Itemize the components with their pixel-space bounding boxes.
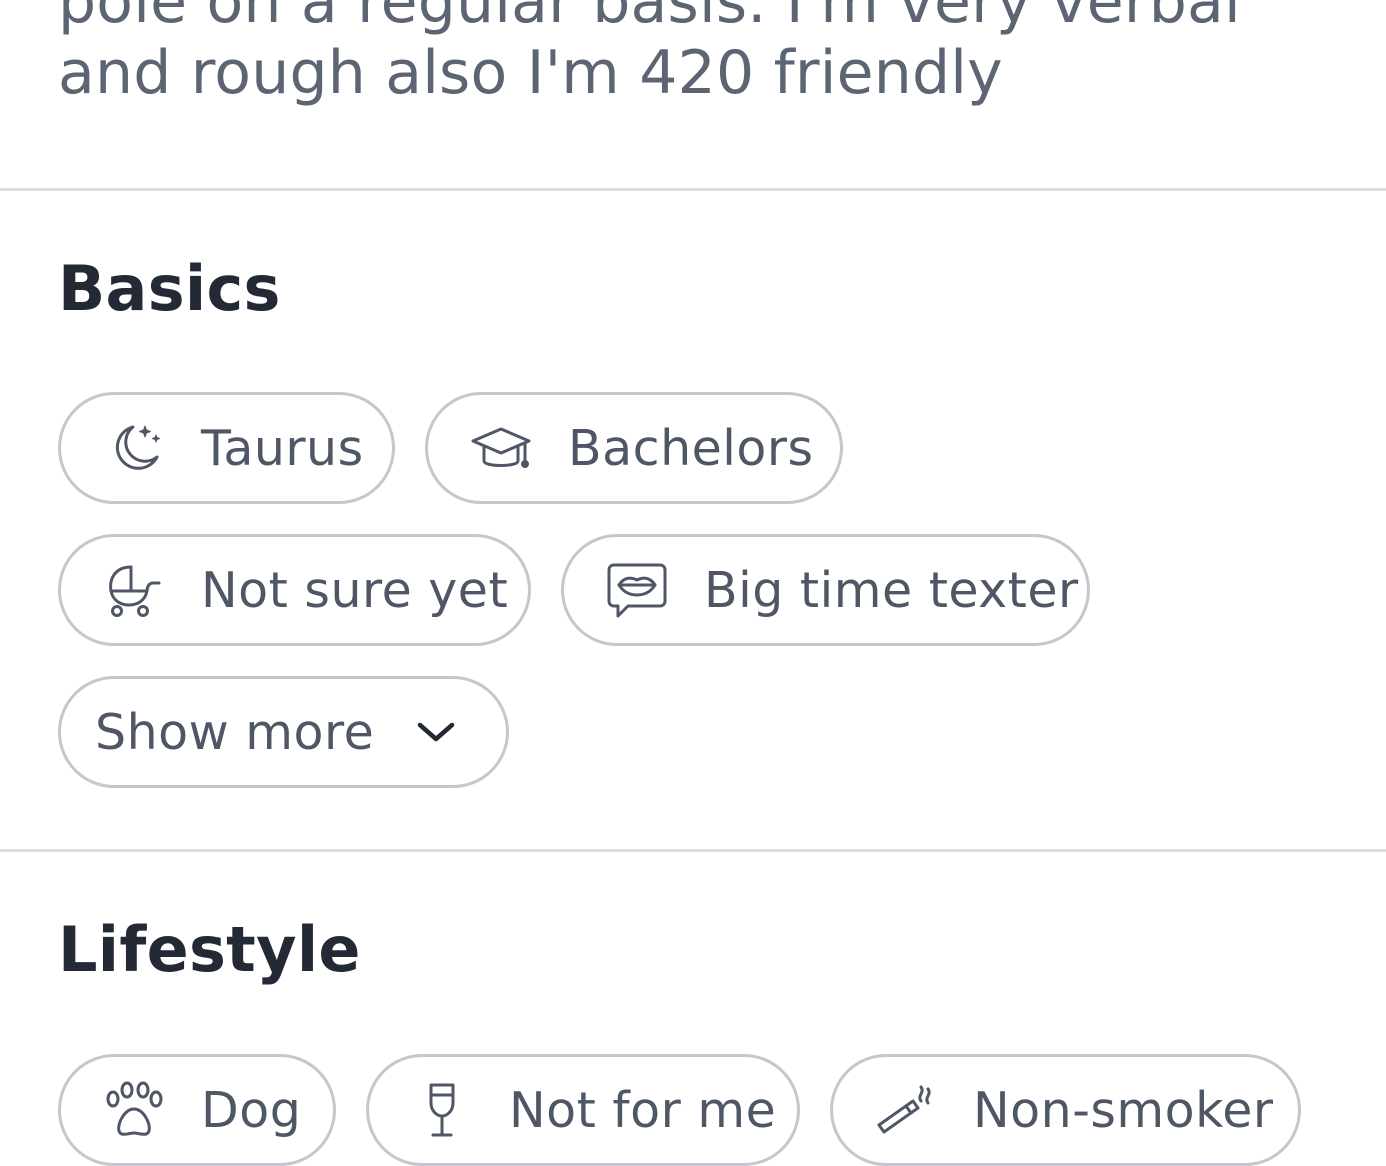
- basics-heading: Basics: [58, 252, 281, 325]
- chip-label: Taurus: [201, 419, 364, 477]
- baby-stroller-icon: [103, 559, 165, 621]
- section-divider: [0, 188, 1386, 191]
- chip-label: Bachelors: [568, 419, 814, 477]
- chat-lips-icon: [606, 559, 668, 621]
- chip-pets[interactable]: Dog: [58, 1054, 336, 1166]
- paw-icon: [103, 1079, 165, 1141]
- chip-family-plans[interactable]: Not sure yet: [58, 534, 531, 646]
- cigarette-icon: [875, 1079, 937, 1141]
- section-divider: [0, 849, 1386, 852]
- chip-drinking[interactable]: Not for me: [366, 1054, 800, 1166]
- bio-text: pole on a regular basis. I'm very verbal…: [58, 0, 1241, 108]
- show-more-label: Show more: [95, 703, 375, 761]
- chip-communication[interactable]: Big time texter: [561, 534, 1090, 646]
- chip-label: Dog: [201, 1081, 302, 1139]
- chip-education[interactable]: Bachelors: [425, 392, 843, 504]
- chip-label: Non-smoker: [973, 1081, 1274, 1139]
- show-more-button[interactable]: Show more: [58, 676, 509, 788]
- zodiac-moon-icon: [103, 417, 165, 479]
- chip-label: Not for me: [509, 1081, 777, 1139]
- lifestyle-heading: Lifestyle: [58, 913, 361, 986]
- chip-label: Big time texter: [704, 561, 1079, 619]
- chip-label: Not sure yet: [201, 561, 509, 619]
- chip-zodiac[interactable]: Taurus: [58, 392, 395, 504]
- chevron-down-icon: [412, 708, 460, 756]
- graduation-cap-icon: [470, 417, 532, 479]
- wine-glass-icon: [411, 1079, 473, 1141]
- chip-smoking[interactable]: Non-smoker: [830, 1054, 1301, 1166]
